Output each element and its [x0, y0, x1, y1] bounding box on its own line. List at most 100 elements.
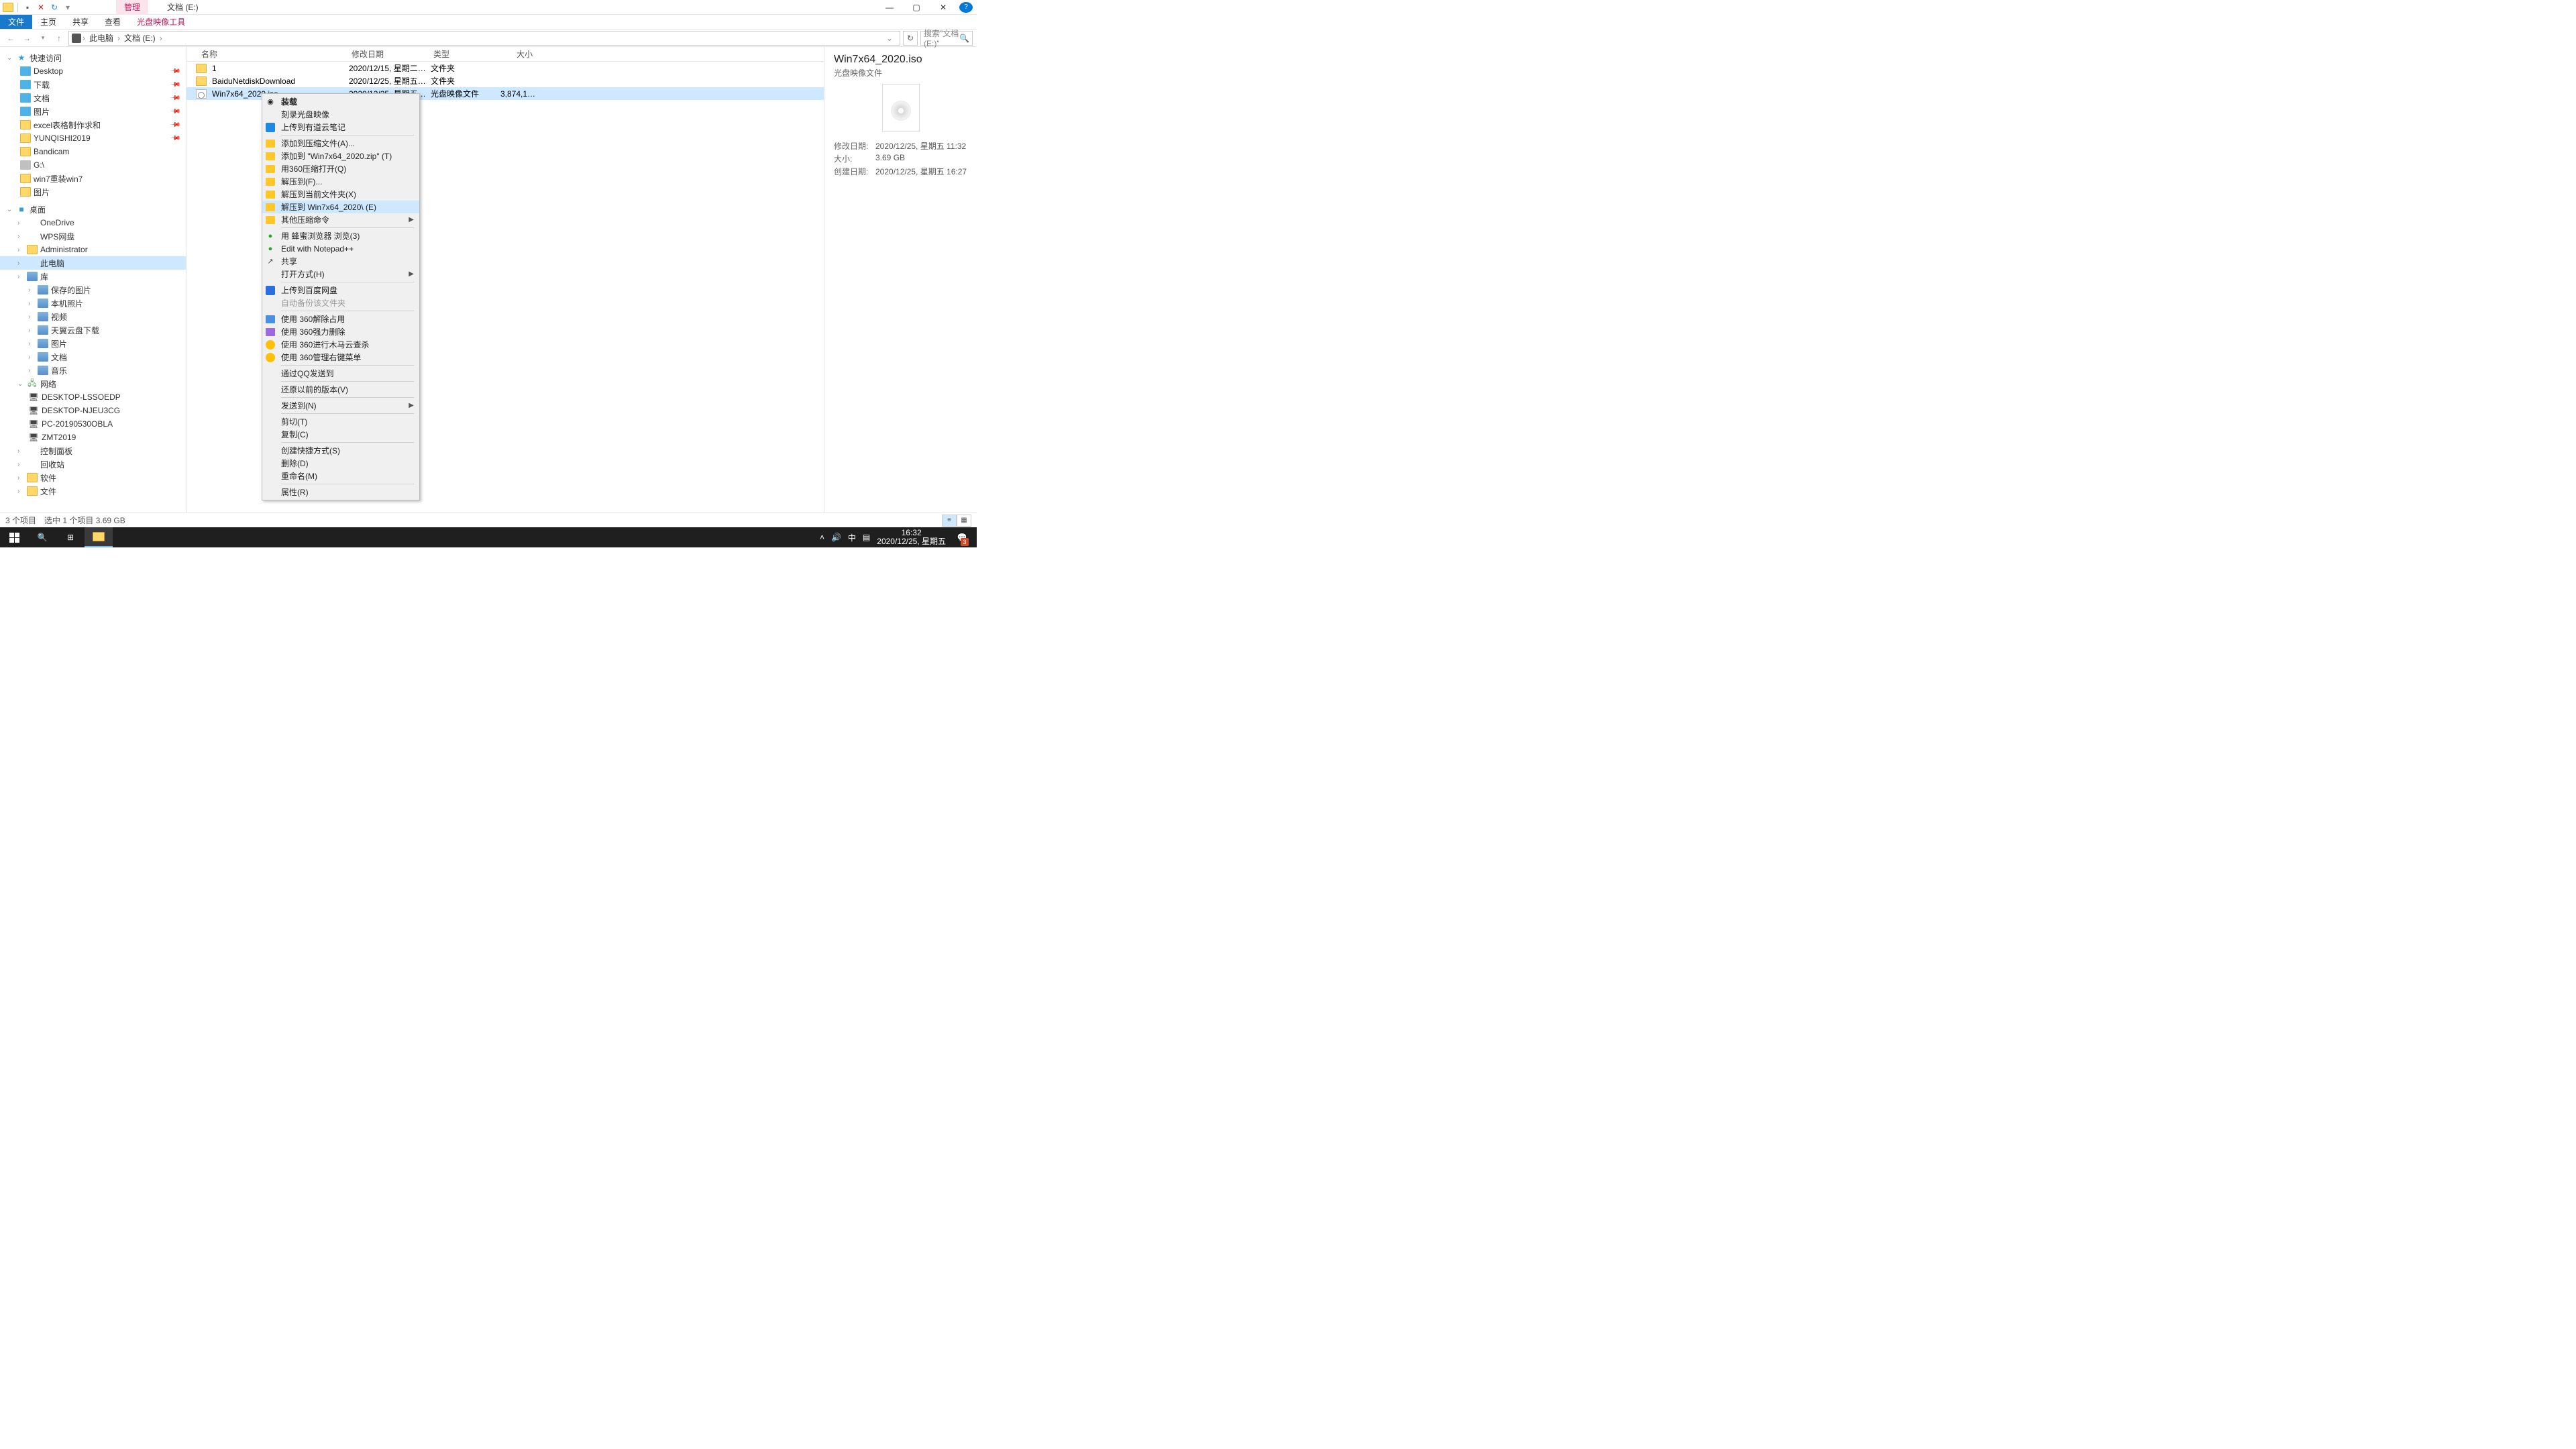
- file-row[interactable]: BaiduNetdiskDownload2020/12/25, 星期五 1...…: [186, 74, 824, 87]
- ribbon-tab-file[interactable]: 文件: [0, 15, 32, 29]
- tree-item[interactable]: ›回收站: [0, 458, 186, 471]
- tree-item[interactable]: ›保存的图片: [0, 283, 186, 297]
- volume-icon[interactable]: 🔊: [831, 533, 841, 542]
- tree-item[interactable]: ›本机照片: [0, 297, 186, 310]
- view-details-button[interactable]: ≡: [942, 515, 957, 527]
- context-menu-item[interactable]: 删除(D): [262, 457, 419, 470]
- context-menu-item[interactable]: 解压到(F)...: [262, 175, 419, 188]
- tree-item[interactable]: ›文件: [0, 484, 186, 498]
- col-type[interactable]: 类型: [428, 48, 498, 60]
- crumb[interactable]: 此电脑: [87, 32, 116, 44]
- tree-item[interactable]: ›音乐: [0, 364, 186, 377]
- taskview-button[interactable]: ⊞: [56, 527, 85, 547]
- context-menu-item[interactable]: ↗共享: [262, 255, 419, 268]
- search-input[interactable]: 搜索"文档 (E:)" 🔍: [920, 31, 973, 46]
- qat-button[interactable]: ▪: [22, 2, 33, 13]
- system-tray[interactable]: ˄ 🔊 中 ▤ 16:32 2020/12/25, 星期五 💬3: [814, 527, 977, 547]
- tray-icon[interactable]: ▤: [863, 533, 870, 542]
- ribbon-tab-view[interactable]: 查看: [97, 15, 129, 29]
- ribbon-tab-share[interactable]: 共享: [64, 15, 97, 29]
- tree-network[interactable]: ⌄🖧 网络: [0, 377, 186, 390]
- tree-item[interactable]: G:\: [0, 158, 186, 172]
- back-button[interactable]: ←: [4, 32, 17, 45]
- tree-item[interactable]: 🖥DESKTOP-LSSOEDP: [0, 390, 186, 404]
- maximize-button[interactable]: ▢: [903, 0, 930, 15]
- tree-item[interactable]: win7重装win7: [0, 172, 186, 185]
- col-size[interactable]: 大小: [498, 48, 538, 60]
- tree-item[interactable]: ›此电脑: [0, 256, 186, 270]
- tree-item[interactable]: 下载📌: [0, 78, 186, 91]
- tree-item[interactable]: Desktop📌: [0, 64, 186, 78]
- clock[interactable]: 16:32 2020/12/25, 星期五: [877, 529, 946, 546]
- action-center[interactable]: 💬3: [953, 527, 971, 547]
- crumb[interactable]: 文档 (E:): [121, 32, 158, 44]
- nav-tree[interactable]: ⌄★ 快速访问 Desktop📌下载📌文档📌图片📌excel表格制作求和📌YUN…: [0, 47, 186, 514]
- tree-item[interactable]: ›天翼云盘下载: [0, 323, 186, 337]
- tree-item[interactable]: ›软件: [0, 471, 186, 484]
- context-menu-item[interactable]: 使用 360进行木马云查杀: [262, 338, 419, 351]
- qat-button[interactable]: ↻: [49, 2, 60, 13]
- context-menu-item[interactable]: 添加到 "Win7x64_2020.zip" (T): [262, 150, 419, 162]
- start-button[interactable]: [0, 527, 28, 547]
- tree-item[interactable]: ›控制面板: [0, 444, 186, 458]
- tree-item[interactable]: 图片📌: [0, 105, 186, 118]
- ime-indicator[interactable]: 中: [848, 532, 856, 543]
- context-menu-item[interactable]: 使用 360强力删除: [262, 325, 419, 338]
- context-menu-item[interactable]: 复制(C): [262, 428, 419, 441]
- help-button[interactable]: ?: [959, 2, 973, 13]
- column-headers[interactable]: 名称 修改日期 类型 大小: [186, 47, 824, 62]
- context-menu-item[interactable]: 上传到百度网盘: [262, 284, 419, 297]
- qat-button[interactable]: ✕: [36, 2, 46, 13]
- context-menu-item[interactable]: 属性(R): [262, 486, 419, 498]
- context-menu-item[interactable]: 用360压缩打开(Q): [262, 162, 419, 175]
- recent-dropdown[interactable]: ▾: [36, 32, 50, 45]
- close-button[interactable]: ✕: [930, 0, 957, 15]
- tree-item[interactable]: ›WPS网盘: [0, 229, 186, 243]
- ribbon-tab-home[interactable]: 主页: [32, 15, 64, 29]
- tree-item[interactable]: Bandicam: [0, 145, 186, 158]
- context-menu-item[interactable]: 使用 360解除占用: [262, 313, 419, 325]
- tree-item[interactable]: ›库: [0, 270, 186, 283]
- tree-item[interactable]: 🖥ZMT2019: [0, 431, 186, 444]
- ribbon-tab-isotools[interactable]: 光盘映像工具: [129, 15, 193, 29]
- crumb-dropdown[interactable]: ⌄: [882, 34, 897, 43]
- tray-overflow-icon[interactable]: ˄: [820, 533, 824, 542]
- tree-desktop[interactable]: ⌄■ 桌面: [0, 203, 186, 216]
- context-menu-item[interactable]: 通过QQ发送到: [262, 367, 419, 380]
- col-name[interactable]: 名称: [196, 48, 346, 60]
- tree-item[interactable]: ›图片: [0, 337, 186, 350]
- col-date[interactable]: 修改日期: [346, 48, 428, 60]
- tree-item[interactable]: 🖥DESKTOP-NJEU3CG: [0, 404, 186, 417]
- tree-item[interactable]: 🖥PC-20190530OBLA: [0, 417, 186, 431]
- tree-item[interactable]: 图片: [0, 185, 186, 199]
- taskbar-explorer[interactable]: [85, 527, 113, 547]
- refresh-button[interactable]: ↻: [903, 31, 918, 46]
- context-menu-item[interactable]: 解压到 Win7x64_2020\ (E): [262, 201, 419, 213]
- context-menu-item[interactable]: ◉装载: [262, 95, 419, 108]
- context-menu-item[interactable]: ●用 蜂蜜浏览器 浏览(3): [262, 229, 419, 242]
- tree-item[interactable]: 文档📌: [0, 91, 186, 105]
- context-menu-item[interactable]: 创建快捷方式(S): [262, 444, 419, 457]
- tree-item[interactable]: ›视频: [0, 310, 186, 323]
- minimize-button[interactable]: —: [876, 0, 903, 15]
- context-menu-item[interactable]: 解压到当前文件夹(X): [262, 188, 419, 201]
- context-menu-item[interactable]: 打开方式(H)▶: [262, 268, 419, 280]
- tree-item[interactable]: excel表格制作求和📌: [0, 118, 186, 131]
- context-menu-item[interactable]: 添加到压缩文件(A)...: [262, 137, 419, 150]
- tree-item[interactable]: YUNQISHI2019📌: [0, 131, 186, 145]
- view-icons-button[interactable]: ▦: [957, 515, 971, 527]
- context-menu-item[interactable]: ●Edit with Notepad++: [262, 242, 419, 255]
- search-button[interactable]: 🔍: [28, 527, 56, 547]
- context-menu-item[interactable]: 上传到有道云笔记: [262, 121, 419, 133]
- tree-item[interactable]: ›Administrator: [0, 243, 186, 256]
- context-menu-item[interactable]: 还原以前的版本(V): [262, 383, 419, 396]
- tree-item[interactable]: ›OneDrive: [0, 216, 186, 229]
- tree-quick-access[interactable]: ⌄★ 快速访问: [0, 51, 186, 64]
- tree-item[interactable]: ›文档: [0, 350, 186, 364]
- context-menu-item[interactable]: 其他压缩命令▶: [262, 213, 419, 226]
- breadcrumb[interactable]: › 此电脑 › 文档 (E:) › ⌄: [68, 31, 900, 46]
- context-menu-item[interactable]: 发送到(N)▶: [262, 399, 419, 412]
- context-menu-item[interactable]: 使用 360管理右键菜单: [262, 351, 419, 364]
- qat-dropdown[interactable]: ▾: [62, 2, 73, 13]
- context-menu-item[interactable]: 剪切(T): [262, 415, 419, 428]
